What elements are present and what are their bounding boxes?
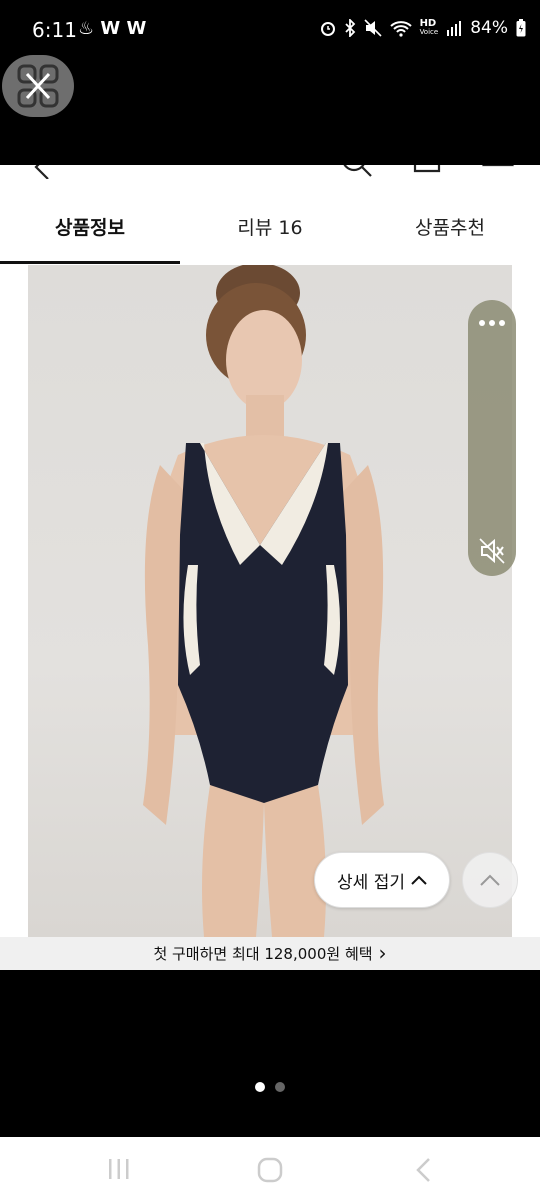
close-icon bbox=[17, 64, 59, 108]
battery-icon bbox=[516, 19, 526, 37]
promo-text: 첫 구매하면 최대 128,000원 혜택 bbox=[153, 945, 373, 963]
back-nav-icon[interactable] bbox=[414, 1157, 432, 1183]
system-nav-bar bbox=[0, 1137, 540, 1200]
model-swimsuit-image bbox=[143, 265, 384, 937]
product-tabs: 상품정보 리뷰 16 상품추천 bbox=[0, 183, 540, 266]
product-media[interactable] bbox=[0, 265, 540, 937]
product-photo[interactable] bbox=[28, 265, 512, 937]
tab-product-info[interactable]: 상품정보 bbox=[0, 213, 180, 240]
pager-dot-active[interactable] bbox=[255, 1082, 265, 1092]
collapse-details-label: 상세 접기 bbox=[337, 872, 405, 893]
cart-icon[interactable] bbox=[482, 165, 514, 177]
scroll-top-button[interactable] bbox=[462, 852, 518, 908]
promo-banner[interactable]: 첫 구매하면 최대 128,000원 혜택 › bbox=[0, 937, 540, 970]
pager-dot[interactable] bbox=[275, 1082, 285, 1092]
share-icon[interactable] bbox=[413, 165, 441, 177]
recent-apps-icon[interactable] bbox=[107, 1157, 131, 1181]
chevron-up-icon bbox=[411, 875, 427, 885]
mute-status-icon bbox=[363, 19, 382, 37]
chevron-up-icon bbox=[480, 874, 500, 886]
hd-label: HD bbox=[419, 18, 437, 29]
wifi-icon bbox=[389, 21, 412, 37]
signal-icon bbox=[447, 21, 462, 36]
video-controls-panel bbox=[468, 300, 516, 576]
app-header bbox=[0, 165, 540, 183]
image-pager bbox=[0, 1082, 540, 1094]
tab-recommended[interactable]: 상품추천 bbox=[360, 213, 540, 240]
notification-icons: ♨ W W bbox=[78, 18, 146, 39]
hd-voice-icon: HD Voice bbox=[420, 19, 439, 37]
status-time: 6:11 bbox=[32, 18, 77, 42]
chevron-right-icon: › bbox=[378, 941, 387, 965]
tab-reviews[interactable]: 리뷰 16 bbox=[180, 213, 360, 240]
collapse-details-button[interactable]: 상세 접기 bbox=[314, 852, 450, 908]
status-icons-right: HD Voice 84% bbox=[320, 18, 526, 38]
alarm-icon bbox=[320, 22, 335, 36]
status-bar: 6:11 ♨ W W HD Voice 84% bbox=[0, 0, 540, 62]
voice-label: Voice bbox=[419, 28, 439, 36]
more-options-icon[interactable] bbox=[478, 320, 506, 326]
w-notification-icons: W W bbox=[100, 18, 147, 39]
back-icon[interactable] bbox=[32, 165, 52, 179]
search-icon[interactable] bbox=[340, 165, 374, 181]
bluetooth-icon bbox=[344, 19, 355, 37]
bowl-icon: ♨ bbox=[78, 18, 95, 39]
home-icon[interactable] bbox=[257, 1157, 283, 1183]
mute-icon[interactable] bbox=[479, 538, 505, 564]
overlay-close-button[interactable] bbox=[2, 55, 74, 117]
battery-percent: 84% bbox=[470, 18, 508, 38]
active-tab-indicator bbox=[0, 261, 180, 264]
